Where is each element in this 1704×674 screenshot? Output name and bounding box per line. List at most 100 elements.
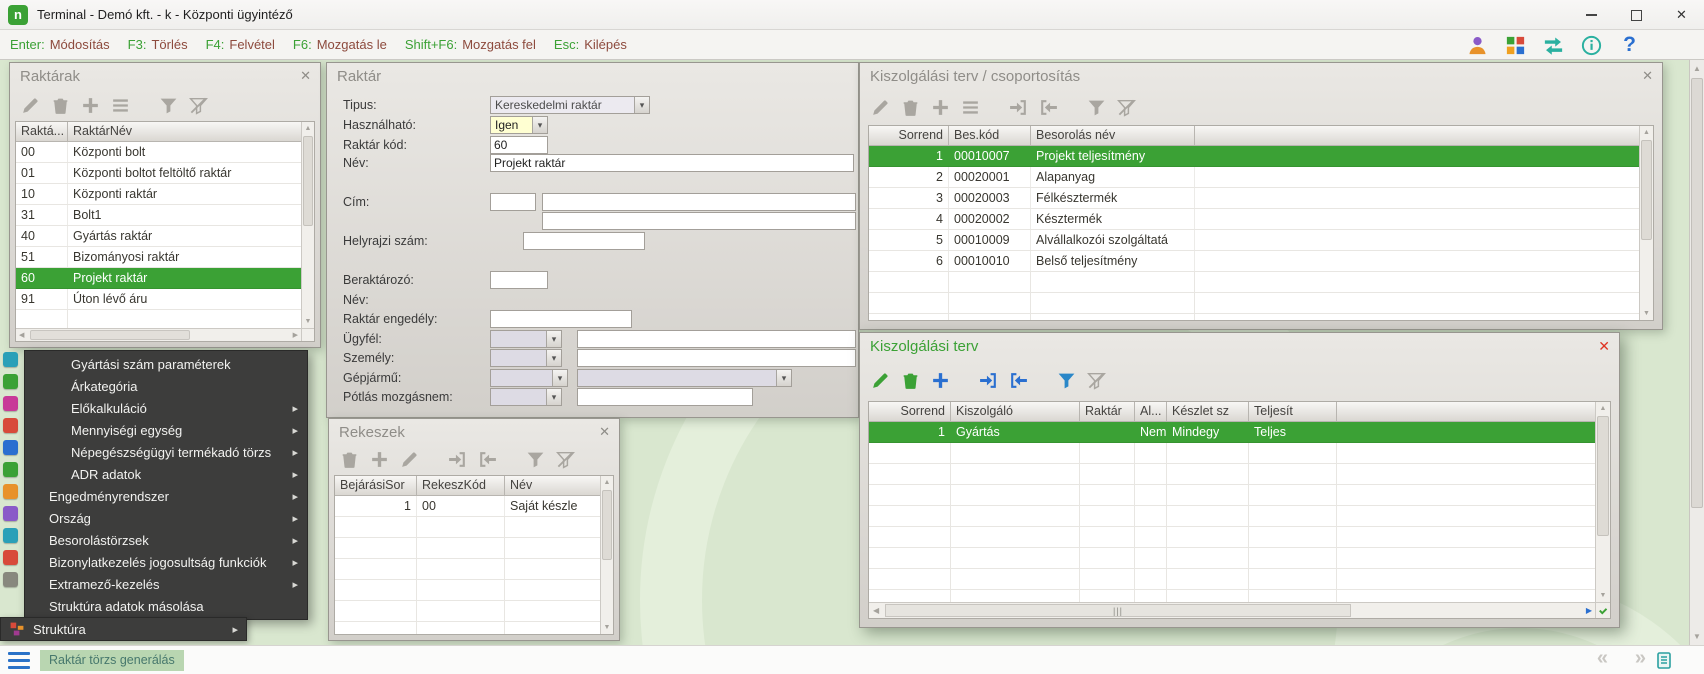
table-row[interactable]: 500010009Alvállalkozói szolgáltatá xyxy=(869,230,1639,251)
table-row[interactable]: 100010007Projekt teljesítmény xyxy=(869,146,1639,167)
szemely-nev-input[interactable] xyxy=(577,349,856,367)
vertical-scrollbar[interactable]: ▲ ▼ xyxy=(1639,126,1653,320)
scroll-right-icon[interactable]: ▶ xyxy=(1586,603,1592,618)
table-row[interactable]: 100Saját készle xyxy=(335,496,600,517)
module-icon-7[interactable] xyxy=(3,506,18,521)
sync-arrows-icon[interactable] xyxy=(1541,33,1566,58)
delete-icon[interactable] xyxy=(900,370,921,391)
filter-off-icon[interactable] xyxy=(1086,370,1107,391)
column-header-nev[interactable]: Név xyxy=(505,476,613,496)
export-icon[interactable] xyxy=(978,370,999,391)
filter-icon[interactable] xyxy=(158,95,179,116)
log-document-icon[interactable] xyxy=(1654,650,1674,671)
cim-irsz-input[interactable] xyxy=(490,193,536,211)
table-row[interactable]: 300020003Félkésztermék xyxy=(869,188,1639,209)
scroll-down-icon[interactable]: ▼ xyxy=(1690,632,1704,641)
menu-item[interactable]: Struktúra adatok másolása xyxy=(25,595,307,617)
ugyfel-nev-input[interactable] xyxy=(577,330,856,348)
edit-icon[interactable] xyxy=(20,95,41,116)
menu-item[interactable]: Előkalkuláció▸ xyxy=(25,397,307,419)
beraktarozo-input[interactable] xyxy=(490,271,548,289)
vertical-scrollbar[interactable]: ▲ ▼ xyxy=(301,122,314,328)
scroll-thumb[interactable]: ||| xyxy=(885,604,1351,617)
menu-item[interactable]: Népegészségügyi termékadó törzs▸ xyxy=(25,441,307,463)
filter-off-icon[interactable] xyxy=(188,95,209,116)
column-header-bejarasisor[interactable]: BejárásiSor xyxy=(335,476,417,496)
filter-icon[interactable] xyxy=(1086,97,1107,118)
module-icon-4[interactable] xyxy=(3,440,18,455)
module-icon-10[interactable] xyxy=(3,572,18,587)
user-icon[interactable] xyxy=(1465,33,1490,58)
column-header-rekeszkod[interactable]: RekeszKód xyxy=(417,476,505,496)
module-icon-5[interactable] xyxy=(3,462,18,477)
column-header-keszlet[interactable]: Készlet sz xyxy=(1167,402,1249,422)
module-icon-8[interactable] xyxy=(3,528,18,543)
menu-item[interactable]: Gyártási szám paraméterek xyxy=(25,353,307,375)
column-header-teljesit[interactable]: Teljesít xyxy=(1249,402,1337,422)
edit-icon[interactable] xyxy=(870,97,891,118)
filter-icon[interactable] xyxy=(1056,370,1077,391)
scroll-up-icon[interactable]: ▲ xyxy=(601,479,613,486)
potlas-combo[interactable]: ▾ xyxy=(490,388,562,406)
delete-icon[interactable] xyxy=(50,95,71,116)
filter-off-icon[interactable] xyxy=(1116,97,1137,118)
scroll-thumb[interactable] xyxy=(602,490,612,560)
active-task-button[interactable]: Raktár törzs generálás xyxy=(40,650,184,671)
nev-input[interactable]: Projekt raktár xyxy=(490,154,854,172)
module-icon-1[interactable] xyxy=(3,374,18,389)
window-scrollbar[interactable]: ▲ ▼ xyxy=(1689,60,1704,645)
scroll-down-icon[interactable]: ▼ xyxy=(1596,592,1610,599)
table-row[interactable]: 51Bizományosi raktár xyxy=(16,247,301,268)
engedely-input[interactable] xyxy=(490,310,632,328)
maximize-button[interactable] xyxy=(1614,0,1659,30)
column-header-sorrend[interactable]: Sorrend xyxy=(869,402,951,422)
scroll-down-icon[interactable]: ▼ xyxy=(1640,310,1653,317)
scroll-thumb[interactable] xyxy=(303,136,313,226)
gepjarmu-2-combo[interactable]: ▾ xyxy=(577,369,792,387)
vertical-scrollbar[interactable]: ▲ ▼ xyxy=(1595,402,1610,602)
scroll-down-icon[interactable]: ▼ xyxy=(601,624,613,631)
add-icon[interactable] xyxy=(930,370,951,391)
edit-icon[interactable] xyxy=(870,370,891,391)
scroll-left-icon[interactable]: ◀ xyxy=(19,329,24,341)
cim-input[interactable] xyxy=(542,193,856,211)
module-icon-2[interactable] xyxy=(3,396,18,411)
hamburger-menu-icon[interactable] xyxy=(8,652,30,669)
menu-item[interactable]: Besorolástörzsek▸ xyxy=(25,529,307,551)
add-icon[interactable] xyxy=(369,449,390,470)
table-row[interactable]: 91Úton lévő áru xyxy=(16,289,301,310)
scroll-thumb[interactable] xyxy=(1597,416,1609,536)
table-row[interactable]: 31Bolt1 xyxy=(16,205,301,226)
scroll-left-icon[interactable]: ◀ xyxy=(873,603,879,618)
filter-off-icon[interactable] xyxy=(555,449,576,470)
confirm-check-icon[interactable] xyxy=(1595,602,1610,618)
add-icon[interactable] xyxy=(930,97,951,118)
edit-icon[interactable] xyxy=(399,449,420,470)
close-panel-icon[interactable]: ✕ xyxy=(300,68,311,84)
scroll-down-icon[interactable]: ▼ xyxy=(302,318,314,325)
column-header-raktar-kod[interactable]: Raktá... xyxy=(16,122,68,142)
module-icon-3[interactable] xyxy=(3,418,18,433)
export-icon[interactable] xyxy=(1008,97,1029,118)
modules-grid-icon[interactable] xyxy=(1503,33,1528,58)
list-menu-icon[interactable] xyxy=(960,97,981,118)
menu-item[interactable]: ADR adatok▸ xyxy=(25,463,307,485)
hasznalhato-combo[interactable]: Igen▾ xyxy=(490,116,548,134)
menu-item-struktura[interactable]: Struktúra ▸ xyxy=(0,617,247,641)
forward-icon[interactable]: » xyxy=(1635,647,1646,670)
menu-item[interactable]: Extramező-kezelés▸ xyxy=(25,573,307,595)
table-row[interactable]: 200020001Alapanyag xyxy=(869,167,1639,188)
scroll-right-icon[interactable]: ▶ xyxy=(293,329,298,341)
close-panel-icon[interactable]: ✕ xyxy=(1642,68,1653,84)
table-row[interactable]: 00Központi bolt xyxy=(16,142,301,163)
scroll-up-icon[interactable]: ▲ xyxy=(302,125,314,132)
column-header-kiszolgalo[interactable]: Kiszolgáló xyxy=(951,402,1080,422)
table-row[interactable]: 10Központi raktár xyxy=(16,184,301,205)
minimize-button[interactable] xyxy=(1569,0,1614,30)
table-row[interactable]: 1GyártásNemMindegyTeljes xyxy=(869,422,1595,443)
info-icon[interactable] xyxy=(1579,33,1604,58)
close-panel-icon[interactable]: ✕ xyxy=(599,424,610,440)
filter-icon[interactable] xyxy=(525,449,546,470)
table-row[interactable]: 60Projekt raktár xyxy=(16,268,301,289)
menu-item[interactable]: Bizonylatkezelés jogosultság funkciók▸ xyxy=(25,551,307,573)
